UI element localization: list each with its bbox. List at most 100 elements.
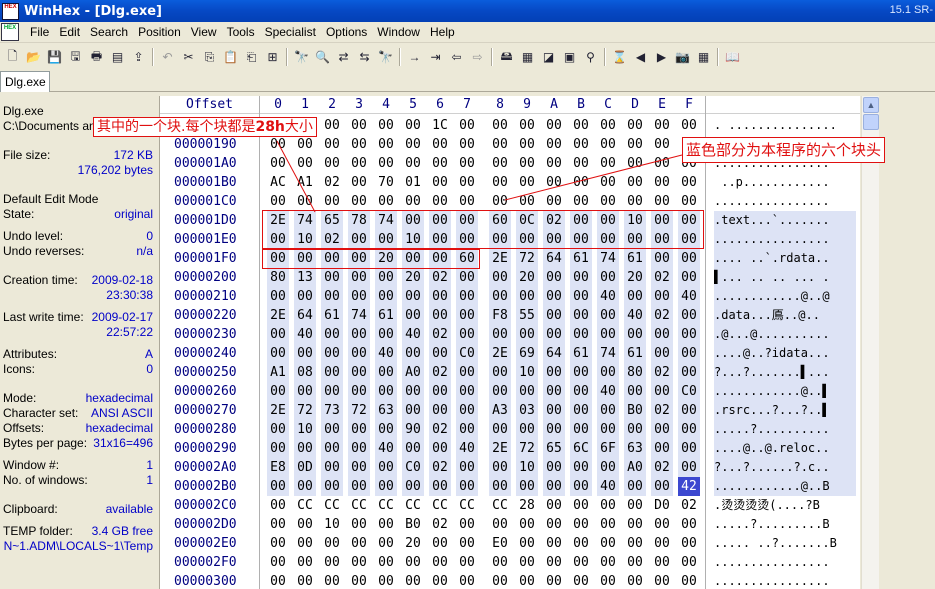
hex-byte[interactable]: 00 [489,173,511,192]
hex-byte[interactable]: 00 [294,154,316,173]
hex-byte[interactable]: 2E [267,306,289,325]
hex-byte[interactable]: 00 [597,325,619,344]
hex-byte[interactable]: 00 [348,173,370,192]
hex-byte[interactable]: 00 [489,572,511,589]
menu-options[interactable]: Options [321,25,372,39]
hex-byte[interactable]: 80 [267,268,289,287]
hex-byte[interactable]: 00 [348,515,370,534]
hex-byte[interactable]: 00 [294,439,316,458]
hex-byte[interactable]: 00 [624,572,646,589]
hex-byte[interactable]: 02 [429,268,451,287]
hex-byte[interactable]: 00 [597,515,619,534]
ascii-text[interactable]: ................ [714,192,856,211]
hex-byte[interactable]: 00 [516,173,538,192]
hex-byte[interactable]: 00 [543,135,565,154]
scroll-thumb[interactable] [863,114,879,130]
hex-byte[interactable]: 00 [543,477,565,496]
hex-byte[interactable]: 00 [375,534,397,553]
hex-byte[interactable]: 00 [429,477,451,496]
hex-byte[interactable]: 00 [321,192,343,211]
menu-help[interactable]: Help [425,25,460,39]
ascii-text[interactable]: .@...@.......... [714,325,856,344]
hex-byte[interactable]: 00 [651,534,673,553]
hex-byte[interactable]: 00 [456,325,478,344]
menu-edit[interactable]: Edit [54,25,85,39]
hex-byte[interactable]: 00 [489,268,511,287]
hex-byte[interactable]: 00 [375,382,397,401]
hex-byte[interactable]: 00 [543,515,565,534]
hex-byte[interactable]: 00 [624,496,646,515]
camera-icon[interactable]: 📷 [672,47,693,67]
hex-byte[interactable]: 00 [348,458,370,477]
hex-byte[interactable]: 00 [678,401,700,420]
ascii-text[interactable]: ............@..@ [714,287,856,306]
hex-byte[interactable]: CC [321,496,343,515]
menu-window[interactable]: Window [372,25,425,39]
hex-byte[interactable]: 00 [375,116,397,135]
hex-byte[interactable]: 00 [543,287,565,306]
hex-byte[interactable]: 00 [516,382,538,401]
hex-byte[interactable]: 00 [429,572,451,589]
hex-byte[interactable]: 70 [375,173,397,192]
hex-byte[interactable]: 00 [375,287,397,306]
hex-byte[interactable]: 00 [570,363,592,382]
hex-byte[interactable]: 74 [597,249,619,268]
ascii-text[interactable]: ▌... .. .. ... . [714,268,856,287]
hex-byte[interactable]: 00 [624,154,646,173]
save-as-icon[interactable]: 🖫 [65,47,86,67]
hex-byte[interactable]: 00 [651,477,673,496]
hex-byte[interactable]: 00 [267,572,289,589]
hex-byte[interactable]: 72 [348,401,370,420]
ascii-text[interactable]: .....?.........B [714,515,856,534]
hex-byte[interactable]: B0 [402,515,424,534]
hex-byte[interactable]: 00 [456,401,478,420]
hex-byte[interactable]: 63 [375,401,397,420]
hex-byte[interactable]: 00 [456,515,478,534]
hex-byte[interactable]: 00 [267,154,289,173]
ascii-text[interactable]: .烫烫烫烫(....?B [714,496,856,515]
hex-byte[interactable]: 00 [456,306,478,325]
hex-byte[interactable]: 00 [429,287,451,306]
hex-byte[interactable]: 00 [489,458,511,477]
document-menu-icon[interactable]: HEX [1,23,19,41]
hex-byte[interactable]: CC [429,496,451,515]
hex-byte[interactable]: 00 [543,458,565,477]
properties-icon[interactable]: ▤ [107,47,128,67]
open-folder-icon[interactable]: 📂 [23,47,44,67]
find-again-icon[interactable]: 🔭 [375,47,396,67]
hex-byte[interactable]: 00 [348,439,370,458]
hex-byte[interactable]: 00 [321,325,343,344]
hex-byte[interactable]: 2E [489,344,511,363]
hex-byte[interactable]: 74 [597,344,619,363]
hex-byte[interactable]: 00 [294,192,316,211]
hex-byte[interactable]: 02 [429,420,451,439]
hex-byte[interactable]: 00 [543,420,565,439]
hex-byte[interactable]: 00 [597,401,619,420]
hex-byte[interactable]: 00 [489,192,511,211]
hex-byte[interactable]: 00 [570,382,592,401]
ascii-text[interactable]: ..p............ [714,173,856,192]
hex-byte[interactable]: 00 [429,382,451,401]
hex-byte[interactable]: 00 [597,154,619,173]
hex-byte[interactable]: 00 [267,496,289,515]
hex-byte[interactable]: 10 [516,458,538,477]
hex-byte[interactable]: 20 [402,534,424,553]
menu-position[interactable]: Position [133,25,186,39]
hex-byte[interactable]: 00 [456,458,478,477]
hex-byte[interactable]: 00 [570,135,592,154]
ascii-text[interactable]: ....@..@.reloc.. [714,439,856,458]
hex-byte[interactable]: 00 [516,477,538,496]
hex-byte[interactable]: E8 [267,458,289,477]
hex-byte[interactable]: 00 [489,420,511,439]
hex-byte[interactable]: 00 [348,116,370,135]
hex-byte[interactable]: 00 [267,192,289,211]
hex-byte[interactable]: 00 [651,325,673,344]
hex-byte[interactable]: 00 [516,420,538,439]
hex-byte[interactable]: 00 [348,363,370,382]
hex-byte[interactable]: 00 [651,173,673,192]
ascii-text[interactable]: ..... ..?.......B [714,534,856,553]
hex-byte[interactable]: CC [294,496,316,515]
hex-byte[interactable]: 00 [678,249,700,268]
hex-byte[interactable]: 40 [624,306,646,325]
hex-byte[interactable]: 64 [543,249,565,268]
